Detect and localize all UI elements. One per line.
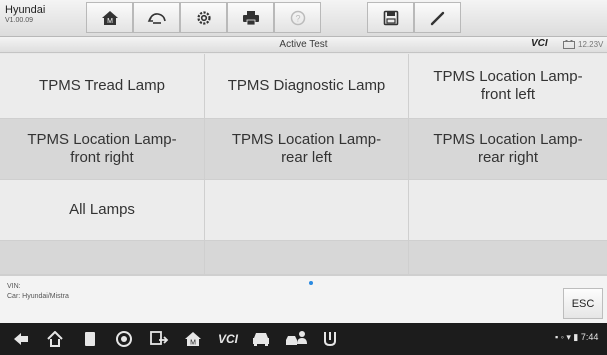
remote-icon (150, 331, 169, 345)
test-item-all-lamps[interactable]: All Lamps (0, 180, 205, 241)
update-button[interactable] (319, 329, 341, 349)
settings-button[interactable] (180, 2, 227, 33)
save-icon (383, 10, 398, 25)
empty-cell (409, 241, 607, 275)
top-toolbar: Hyundai V1.00.09 M ? (0, 0, 607, 37)
user-car-button[interactable] (283, 329, 309, 349)
test-item-location-rear-right[interactable]: TPMS Location Lamp- rear right (409, 119, 607, 180)
save-button[interactable] (367, 2, 414, 33)
pen-button[interactable] (414, 2, 461, 33)
test-item-label: TPMS Location Lamp- rear right (433, 131, 583, 166)
settings-gear-icon (196, 10, 211, 25)
help-icon: ? (290, 10, 305, 25)
vehicle-swap-button[interactable] (133, 2, 180, 33)
system-status: ▪ ◦ ▾ ▮ 7:44 (555, 332, 598, 343)
clock: 7:44 (580, 332, 599, 342)
empty-cell (205, 241, 409, 275)
home-nav-button[interactable] (44, 329, 66, 349)
home-nav-icon (47, 331, 63, 347)
vehicle-info: VIN: Car: Hyundai/Mistra (7, 282, 69, 302)
vehicle-button[interactable] (250, 329, 272, 349)
browser-button[interactable] (113, 329, 135, 349)
vci-status: VCI (531, 38, 548, 49)
test-item-tread-lamp[interactable]: TPMS Tread Lamp (0, 54, 205, 119)
test-item-location-front-right[interactable]: TPMS Location Lamp- front right (0, 119, 205, 180)
svg-text:?: ? (295, 13, 300, 23)
vin-label: VIN: (7, 283, 21, 290)
home-icon: M (101, 10, 118, 25)
recent-apps-icon (85, 332, 95, 346)
brand-block: Hyundai V1.00.09 (5, 4, 45, 26)
vci-button[interactable]: VCI (214, 329, 242, 349)
system-nav-bar: M VCI ▪ ◦ ▾ ▮ 7:44 (0, 323, 607, 355)
active-test-grid: TPMS Tread Lamp TPMS Diagnostic Lamp TPM… (0, 54, 607, 275)
test-item-label: All Lamps (69, 201, 135, 218)
car-icon (253, 333, 269, 346)
test-item-diagnostic-lamp[interactable]: TPMS Diagnostic Lamp (205, 54, 409, 119)
print-icon (242, 10, 259, 25)
car-label: Car: Hyundai/Mistra (7, 293, 69, 300)
update-icon (324, 332, 336, 347)
version-label: V1.00.09 (5, 17, 34, 24)
test-item-label: TPMS Tread Lamp (39, 77, 165, 94)
help-button[interactable]: ? (274, 2, 321, 33)
vci-nav-label: VCI (217, 332, 238, 346)
back-arrow-icon (14, 333, 28, 345)
pen-icon (430, 11, 444, 25)
page-title: Active Test (279, 39, 328, 50)
esc-button[interactable]: ESC (563, 288, 603, 319)
empty-cell (205, 180, 409, 241)
test-item-location-rear-left[interactable]: TPMS Location Lamp- rear left (205, 119, 409, 180)
voltage-reading: 12.23V (578, 40, 604, 49)
footer-bar: VIN: Car: Hyundai/Mistra ESC (0, 275, 607, 323)
battery-icon (563, 40, 575, 49)
svg-text:M: M (107, 18, 113, 25)
test-item-location-front-left[interactable]: TPMS Location Lamp- front left (409, 54, 607, 119)
empty-cell (0, 241, 205, 275)
test-item-label: TPMS Location Lamp- rear left (231, 131, 382, 166)
home-button[interactable]: M (86, 2, 133, 33)
print-button[interactable] (227, 2, 274, 33)
diagnostics-home-button[interactable]: M (182, 329, 204, 349)
recent-apps-button[interactable] (79, 329, 101, 349)
browser-icon (116, 331, 132, 347)
vehicle-swap-icon (147, 12, 166, 24)
svg-text:M: M (190, 340, 196, 347)
test-item-label: TPMS Location Lamp- front right (27, 131, 177, 166)
empty-cell (409, 180, 607, 241)
test-item-label: TPMS Location Lamp- front left (433, 68, 583, 103)
page-indicator (309, 281, 313, 285)
home-m-icon: M (185, 332, 201, 347)
status-icons: ▪ ◦ ▾ ▮ (555, 332, 579, 342)
brand-name: Hyundai (5, 4, 46, 16)
test-item-label: TPMS Diagnostic Lamp (227, 77, 386, 94)
back-button[interactable] (10, 329, 32, 349)
remote-button[interactable] (148, 329, 170, 349)
user-car-icon (286, 331, 307, 345)
status-strip: Active Test VCI 12.23V (0, 37, 607, 53)
